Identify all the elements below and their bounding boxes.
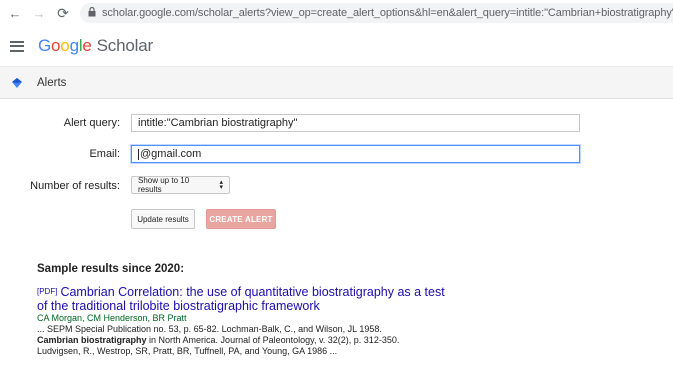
result-snippet-line: Ludvigsen, R., Westrop, SR, Pratt, BR, T… <box>37 346 338 356</box>
back-arrow-icon[interactable]: ← <box>6 6 24 21</box>
pdf-tag: [PDF] <box>37 287 58 296</box>
logo-scholar-text: Scholar <box>96 36 153 55</box>
scholar-header: Google Scholar <box>0 26 673 67</box>
logo-letter: o <box>60 36 70 55</box>
logo-letter: e <box>82 36 92 55</box>
result-snippet-line: Cambrian biostratigraphy in North Americ… <box>37 335 399 345</box>
result-title-text: Cambrian Correlation: the use of quantit… <box>37 285 445 313</box>
email-label: Email: <box>89 148 120 160</box>
alert-query-value: intitle:"Cambrian biostratigraphy" <box>138 117 298 129</box>
forward-arrow-icon[interactable]: → <box>30 6 48 21</box>
number-of-results-select[interactable]: Show up to 10 results ▴ ▾ <box>131 176 230 194</box>
page-title: Alerts <box>37 76 67 89</box>
result-authors: CA Morgan, CM Henderson, BR Pratt <box>37 313 187 323</box>
google-scholar-logo[interactable]: Google Scholar <box>38 36 153 56</box>
text-caret <box>138 148 139 160</box>
update-results-button[interactable]: Update results <box>131 209 195 229</box>
sample-results-heading: Sample results since 2020: <box>37 263 185 275</box>
lock-icon <box>88 6 96 19</box>
browser-toolbar: ← → ⟳ scholar.google.com/scholar_alerts?… <box>0 0 673 26</box>
result-snippet-line: ... SEPM Special Publication no. 53, p. … <box>37 324 382 334</box>
snippet-text: in North America. Journal of Paleontolog… <box>146 335 400 345</box>
menu-icon[interactable] <box>10 38 24 54</box>
select-arrows-icon: ▴ ▾ <box>219 179 223 191</box>
email-field[interactable]: @gmail.com <box>131 145 580 163</box>
logo-letter: o <box>51 36 61 55</box>
alert-query-label: Alert query: <box>63 117 120 129</box>
alert-query-input[interactable]: intitle:"Cambrian biostratigraphy" <box>131 114 580 132</box>
alerts-bar: Alerts <box>0 67 673 99</box>
snippet-highlight: Cambrian biostratigraphy <box>37 335 147 345</box>
logo-letter: g <box>69 36 79 55</box>
address-bar[interactable]: scholar.google.com/scholar_alerts?view_o… <box>80 3 673 23</box>
alerts-icon <box>12 77 22 88</box>
email-value: @gmail.com <box>140 148 202 160</box>
reload-icon[interactable]: ⟳ <box>54 5 72 22</box>
create-alert-button[interactable]: CREATE ALERT <box>206 209 276 229</box>
number-of-results-label: Number of results: <box>30 180 120 192</box>
logo-letter: G <box>38 36 52 55</box>
result-title-link[interactable]: [PDF] Cambrian Correlation: the use of qu… <box>37 285 447 313</box>
number-of-results-value: Show up to 10 results <box>138 176 190 194</box>
url-text: scholar.google.com/scholar_alerts?view_o… <box>102 7 673 19</box>
